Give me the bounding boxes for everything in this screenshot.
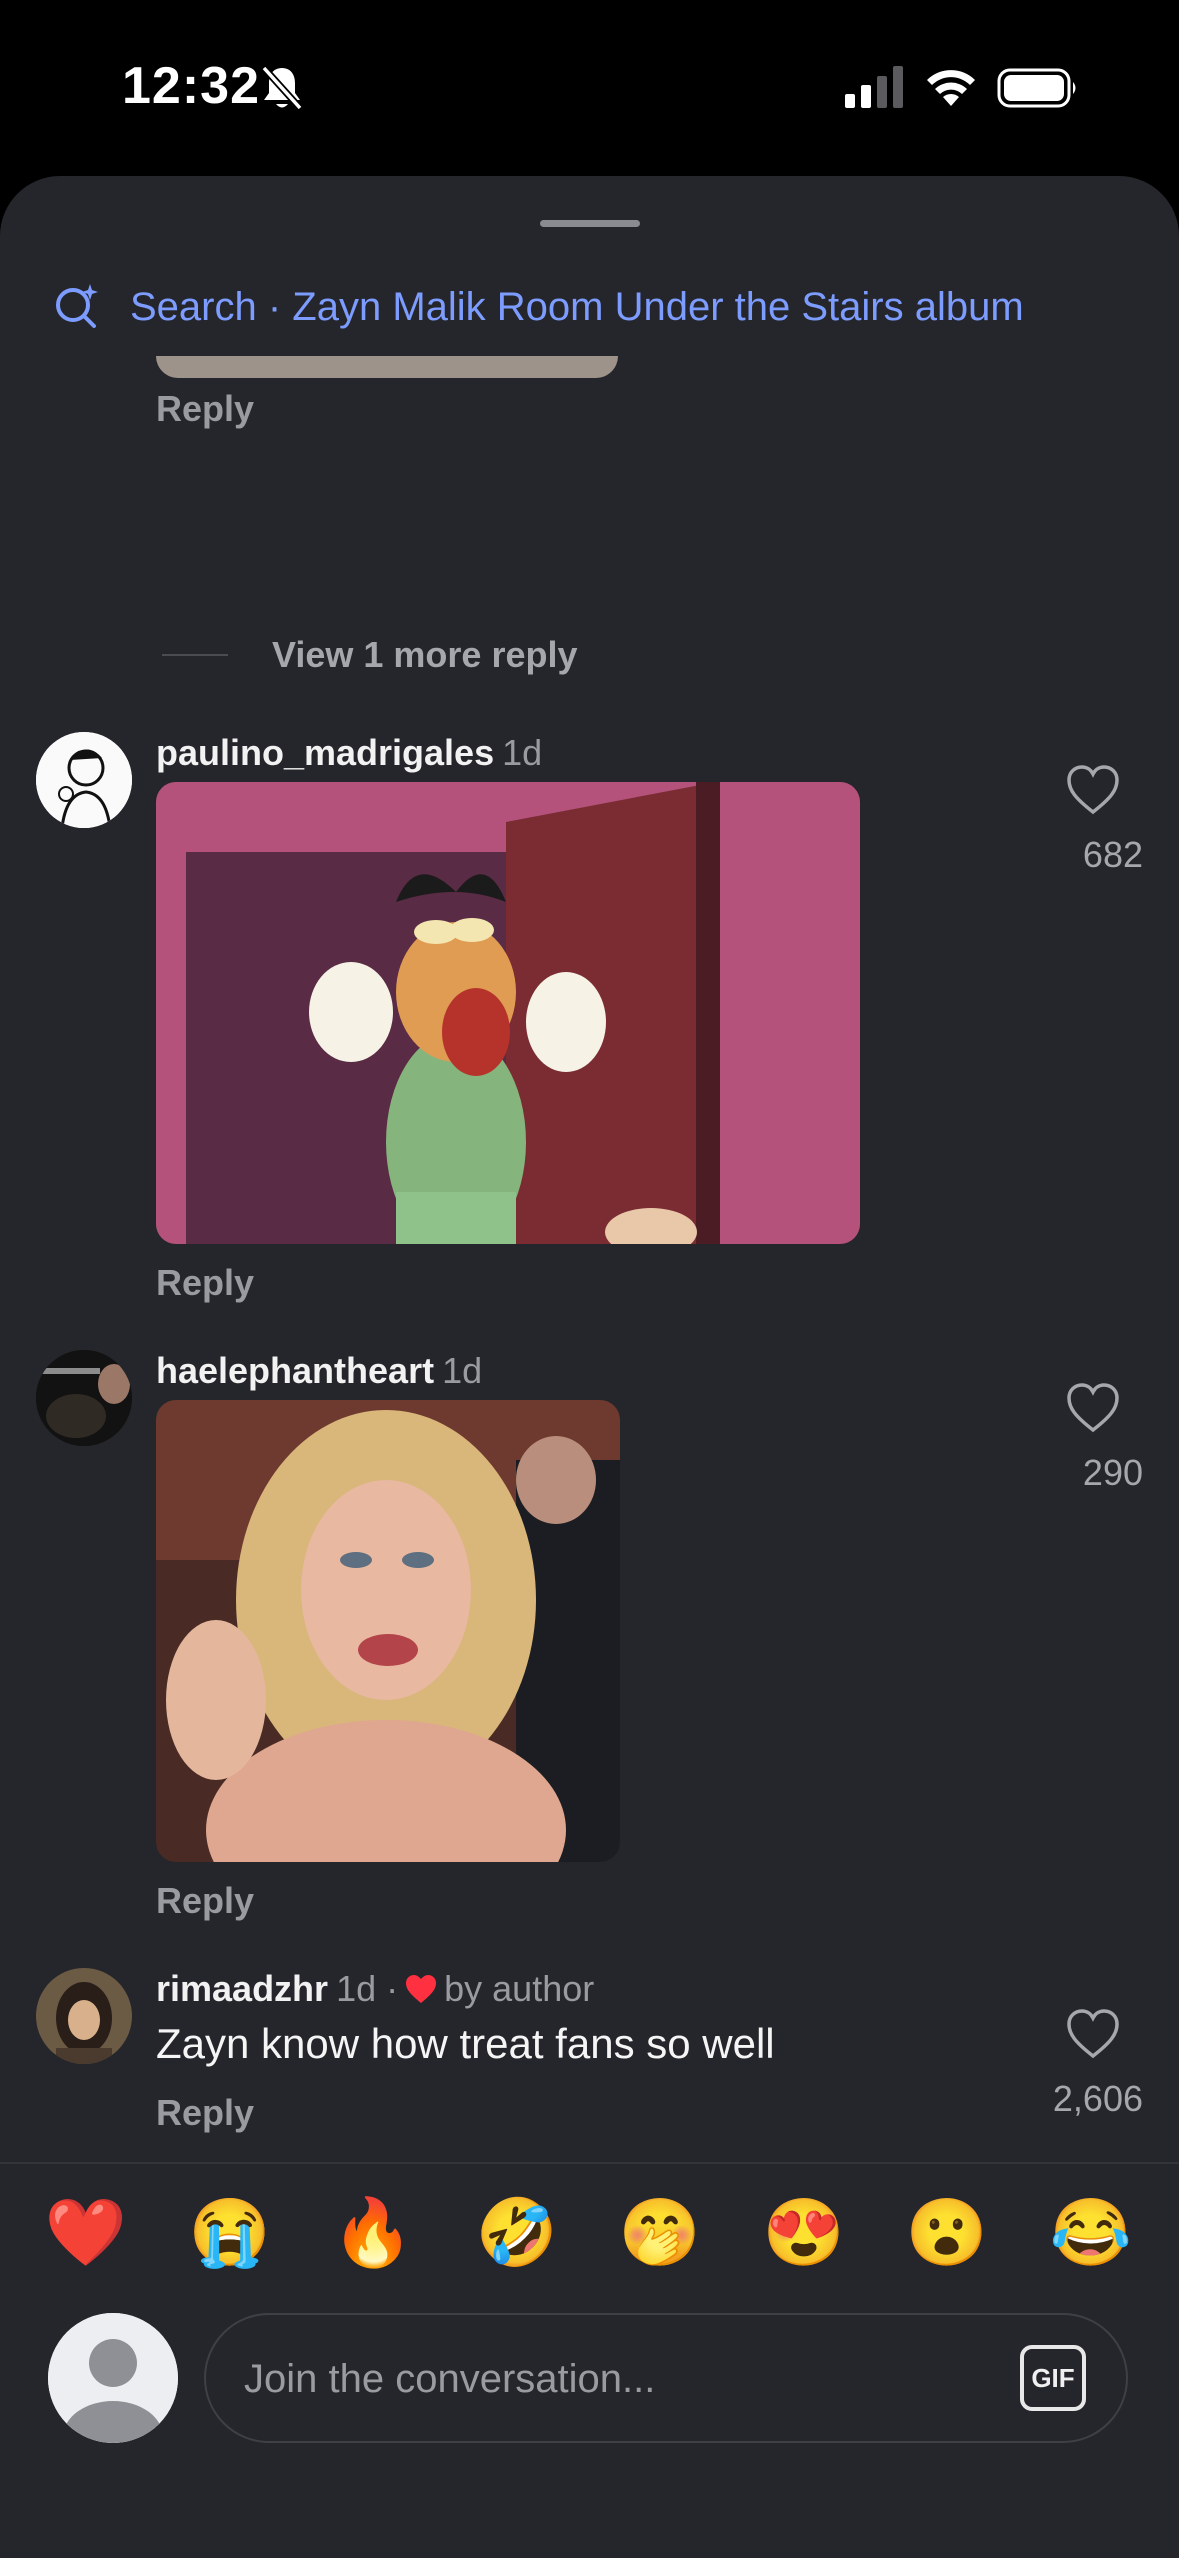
username[interactable]: rimaadzhr [156, 1968, 328, 2009]
gif-media[interactable] [156, 1400, 620, 1862]
heart-outline-icon[interactable] [1065, 1382, 1121, 1434]
view-more-replies[interactable]: View 1 more reply [162, 634, 578, 676]
reaction-bar: ❤️ 😭 🔥 🤣 🤭 😍 😮 😂 [0, 2182, 1179, 2282]
avatar[interactable] [36, 732, 132, 828]
liked-by-author: by author [444, 1968, 595, 2009]
heart-outline-icon[interactable] [1065, 764, 1121, 816]
previous-media-bottom[interactable] [156, 356, 618, 378]
comment-header: rimaadzhr 1d · by author [156, 1968, 594, 2010]
reply-button[interactable]: Reply [156, 388, 254, 430]
reaction-loudly-crying[interactable]: 😭 [180, 2182, 280, 2282]
bell-slash-icon [261, 65, 303, 111]
gif-button[interactable]: GIF [1020, 2345, 1086, 2411]
reaction-fire[interactable]: 🔥 [323, 2182, 423, 2282]
like-count: 2,606 [1052, 2078, 1143, 2119]
reply-button[interactable]: Reply [156, 1880, 254, 1922]
comment-text: Zayn know how treat fans so well [156, 2020, 775, 2067]
avatar-portrait-image [36, 1968, 132, 2064]
avatar-sketch-image [36, 732, 132, 828]
avatar[interactable] [36, 1968, 132, 2064]
gif-media[interactable] [156, 782, 860, 1244]
like-count: 682 [1082, 834, 1143, 875]
search-sparkle-icon [56, 284, 98, 328]
reaction-tears-of-joy[interactable]: 😂 [1041, 2182, 1141, 2282]
comment-time: 1d [336, 1968, 377, 2009]
reaction-heart[interactable]: ❤️ [36, 2182, 136, 2282]
username[interactable]: paulino_madrigales [156, 732, 494, 773]
avatar-photo-image [36, 1350, 132, 1446]
status-bar: 12:32 [0, 0, 1179, 175]
reply-button[interactable]: Reply [156, 1262, 254, 1304]
reaction-heart-eyes[interactable]: 😍 [754, 2182, 854, 2282]
bottom-composer-bar: ❤️ 😭 🔥 🤣 🤭 😍 😮 😂 GIF [0, 2162, 1179, 2558]
heart-filled-icon [406, 1975, 437, 2003]
view-more-label: View 1 more reply [272, 634, 578, 675]
default-avatar-icon [48, 2313, 178, 2443]
blonde-woman-clapping-gif-image [156, 1400, 620, 1862]
goofy-gif-image [156, 782, 860, 1244]
status-time: 12:32 [122, 57, 260, 115]
avatar[interactable] [36, 1350, 132, 1446]
comment-composer[interactable]: GIF [204, 2313, 1128, 2443]
user-avatar[interactable] [48, 2313, 178, 2443]
comment-header: paulino_madrigales 1d [156, 732, 542, 774]
reaction-rolling-laughing[interactable]: 🤣 [467, 2182, 567, 2282]
thread-line [162, 654, 228, 656]
search-suggestion[interactable]: Search · Zayn Malik Room Under the Stair… [52, 272, 1024, 342]
wifi-icon [927, 70, 975, 106]
reaction-open-mouth[interactable]: 😮 [897, 2182, 997, 2282]
reaction-hand-over-mouth[interactable]: 🤭 [610, 2182, 710, 2282]
cellular-signal-icon [845, 66, 903, 108]
heart-outline-icon[interactable] [1065, 2008, 1121, 2060]
comment-time: 1d [442, 1350, 483, 1391]
like-count: 290 [1082, 1452, 1143, 1493]
battery-icon [997, 68, 1076, 108]
comment-input[interactable] [242, 2315, 946, 2443]
search-query: Search · Zayn Malik Room Under the Stair… [130, 284, 1024, 329]
sheet-grabber[interactable] [540, 220, 640, 227]
comment-time: 1d [502, 732, 543, 773]
separator: · [386, 1968, 399, 2009]
reply-button[interactable]: Reply [156, 2092, 254, 2134]
comments-list[interactable]: Reply View 1 more reply paulino_madrigal… [0, 356, 1179, 2342]
comment-header: haelephantheart 1d [156, 1350, 482, 1392]
username[interactable]: haelephantheart [156, 1350, 434, 1391]
